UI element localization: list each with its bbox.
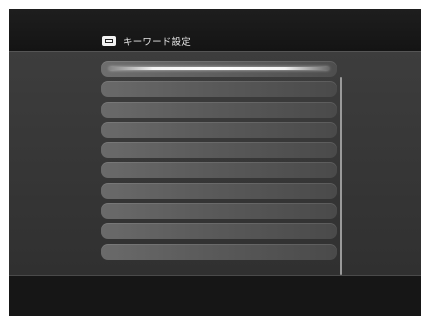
keyword-slot-5[interactable] [101, 142, 337, 159]
keyword-slot-7[interactable] [101, 182, 337, 199]
keyword-slot-2[interactable] [101, 81, 337, 98]
footer-bar [9, 275, 421, 316]
scrollbar[interactable] [340, 77, 342, 275]
keyword-slot-6[interactable] [101, 162, 337, 179]
page-title: キーワード設定 [102, 34, 191, 48]
main-content [9, 52, 421, 275]
keyboard-icon [102, 36, 116, 46]
page-title-text: キーワード設定 [123, 37, 191, 48]
header-bar: キーワード設定 [9, 9, 421, 52]
keyword-slot-1[interactable] [101, 61, 337, 77]
keyword-slot-10[interactable] [101, 243, 337, 260]
keyword-slot-4[interactable] [101, 121, 337, 138]
keyword-slot-3[interactable] [101, 101, 337, 118]
keyword-slot-9[interactable] [101, 223, 337, 240]
keyword-list [101, 61, 337, 264]
keyword-slot-8[interactable] [101, 203, 337, 220]
keyword-settings-screen: キーワード設定 [9, 9, 421, 316]
